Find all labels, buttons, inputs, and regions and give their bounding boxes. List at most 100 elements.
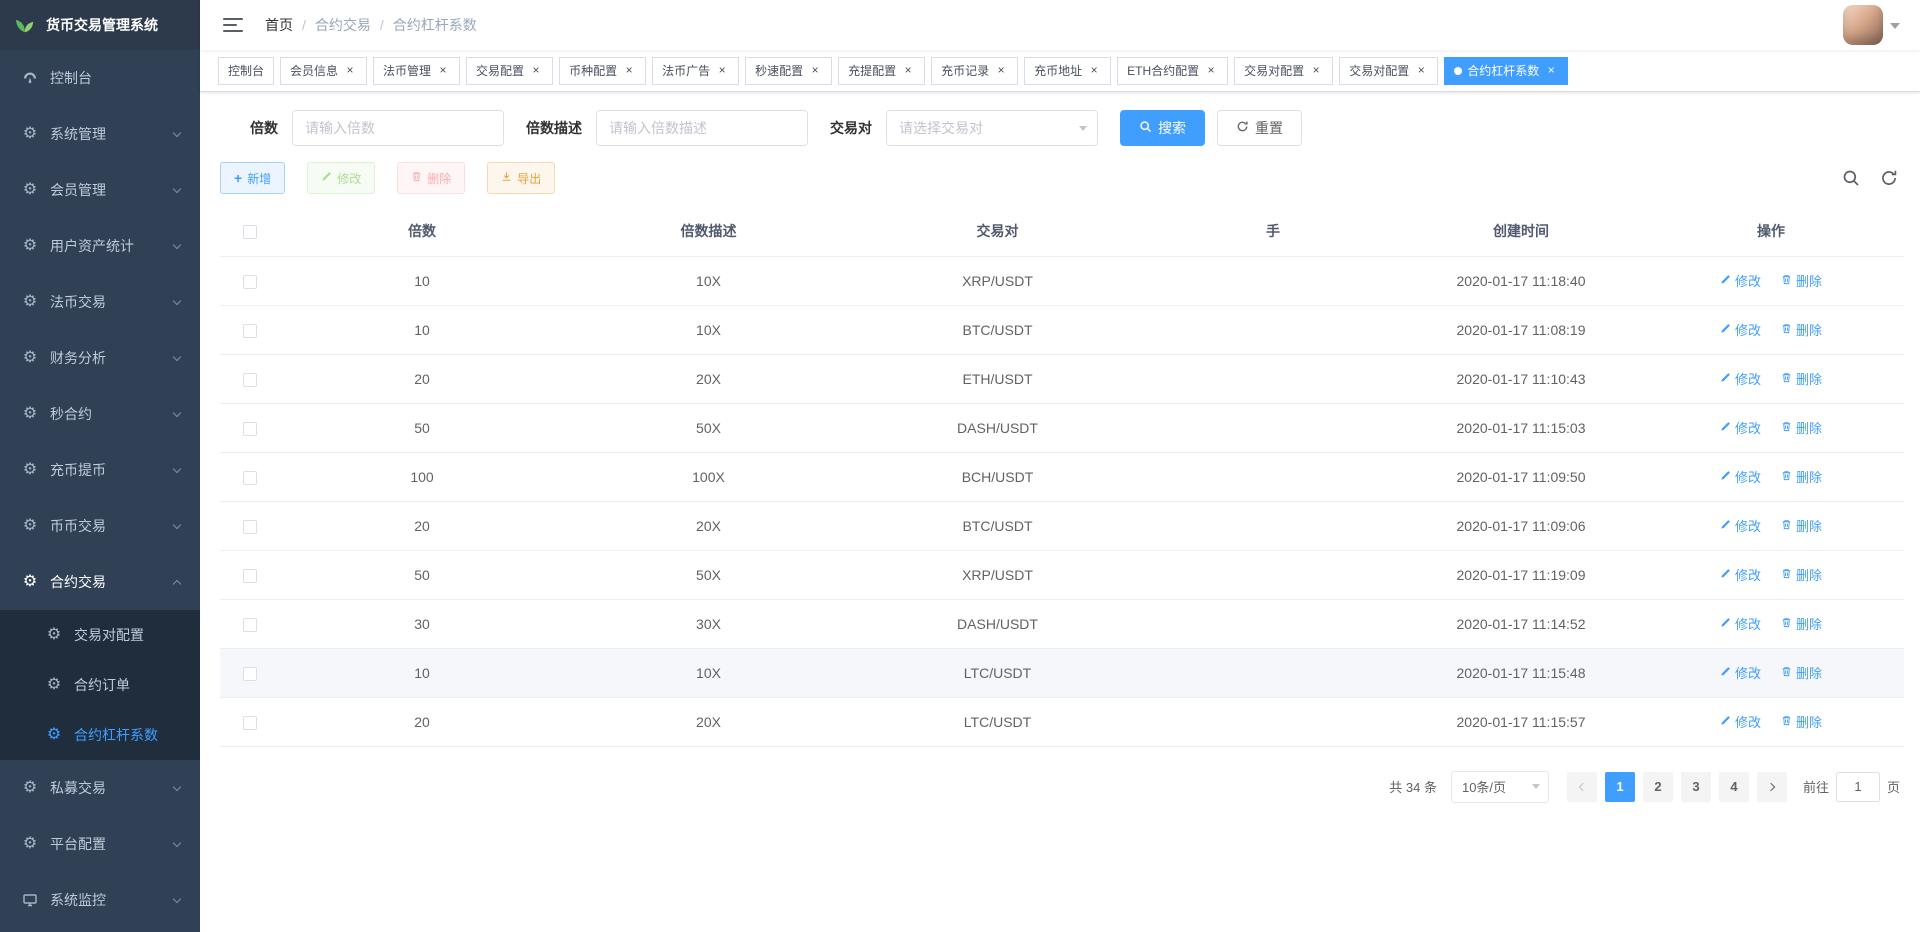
- sidebar-item-system-manage[interactable]: ⚙ 系统管理: [0, 106, 200, 162]
- page-button-3[interactable]: 3: [1681, 772, 1711, 802]
- page-size-select[interactable]: 10条/页: [1451, 771, 1549, 803]
- row-delete-button[interactable]: 删除: [1781, 614, 1822, 633]
- row-delete-button[interactable]: 删除: [1781, 467, 1822, 486]
- page-button-2[interactable]: 2: [1643, 772, 1673, 802]
- next-page-button[interactable]: [1757, 772, 1787, 802]
- export-button[interactable]: 导出: [487, 162, 555, 194]
- close-icon[interactable]: ×: [1544, 64, 1558, 78]
- close-icon[interactable]: ×: [436, 64, 450, 78]
- sidebar-item-user-assets[interactable]: ⚙ 用户资产统计: [0, 218, 200, 274]
- user-menu[interactable]: [1843, 5, 1900, 45]
- sidebar-item-platform-config[interactable]: ⚙ 平台配置: [0, 816, 200, 872]
- desc-input[interactable]: [596, 110, 808, 146]
- close-icon[interactable]: ×: [1309, 64, 1323, 78]
- sidebar-item-private-trade[interactable]: ⚙ 私募交易: [0, 760, 200, 816]
- tab-pair-config-2[interactable]: 交易对配置×: [1339, 57, 1438, 85]
- sidebar-item-contract-orders[interactable]: ⚙ 合约订单: [0, 660, 200, 710]
- row-edit-button[interactable]: 修改: [1720, 614, 1761, 633]
- row-checkbox[interactable]: [243, 275, 257, 289]
- sidebar-item-contract-trade[interactable]: ⚙ 合约交易: [0, 554, 200, 610]
- row-delete-button[interactable]: 删除: [1781, 369, 1822, 388]
- sidebar-item-console[interactable]: 控制台: [0, 50, 200, 106]
- breadcrumb-home[interactable]: 首页: [265, 15, 293, 35]
- row-edit-button[interactable]: 修改: [1720, 516, 1761, 535]
- sidebar-item-finance-analysis[interactable]: ⚙ 财务分析: [0, 330, 200, 386]
- close-icon[interactable]: ×: [1204, 64, 1218, 78]
- tab-eth-contract-config[interactable]: ETH合约配置×: [1117, 57, 1228, 85]
- page-button-1[interactable]: 1: [1605, 772, 1635, 802]
- close-icon[interactable]: ×: [901, 64, 915, 78]
- sidebar-item-second-contract[interactable]: ⚙ 秒合约: [0, 386, 200, 442]
- row-checkbox[interactable]: [243, 373, 257, 387]
- prev-page-button[interactable]: [1567, 772, 1597, 802]
- page-button-4[interactable]: 4: [1719, 772, 1749, 802]
- tab-member-info[interactable]: 会员信息×: [280, 57, 367, 85]
- row-edit-button[interactable]: 修改: [1720, 320, 1761, 339]
- row-checkbox[interactable]: [243, 471, 257, 485]
- close-icon[interactable]: ×: [994, 64, 1008, 78]
- row-edit-button[interactable]: 修改: [1720, 663, 1761, 682]
- close-icon[interactable]: ×: [1414, 64, 1428, 78]
- tab-fiat-ad[interactable]: 法币广告×: [652, 57, 739, 85]
- tab-second-config[interactable]: 秒速配置×: [745, 57, 832, 85]
- tab-trade-config[interactable]: 交易配置×: [466, 57, 553, 85]
- row-checkbox[interactable]: [243, 667, 257, 681]
- sidebar-item-member-manage[interactable]: ⚙ 会员管理: [0, 162, 200, 218]
- tab-pair-config-1[interactable]: 交易对配置×: [1234, 57, 1333, 85]
- search-button[interactable]: 搜索: [1120, 110, 1205, 146]
- tab-deposit-withdraw-config[interactable]: 充提配置×: [838, 57, 925, 85]
- cell-actions: 修改 删除: [1638, 256, 1904, 305]
- refresh-icon: [1236, 120, 1249, 136]
- tab-leverage-active[interactable]: 合约杠杆系数×: [1444, 57, 1568, 85]
- tab-coin-config[interactable]: 币种配置×: [559, 57, 646, 85]
- row-delete-button[interactable]: 删除: [1781, 418, 1822, 437]
- row-checkbox[interactable]: [243, 324, 257, 338]
- search-toggle-icon[interactable]: [1842, 169, 1860, 187]
- sidebar-item-leverage[interactable]: ⚙ 合约杠杆系数: [0, 710, 200, 760]
- hamburger-icon[interactable]: [215, 11, 251, 39]
- row-edit-button[interactable]: 修改: [1720, 418, 1761, 437]
- sidebar-item-system-monitor[interactable]: 系统监控: [0, 872, 200, 928]
- sidebar-item-deposit-withdraw[interactable]: ⚙ 充币提币: [0, 442, 200, 498]
- avatar[interactable]: [1843, 5, 1883, 45]
- close-icon[interactable]: ×: [622, 64, 636, 78]
- sidebar-item-label: 控制台: [50, 68, 180, 88]
- refresh-table-icon[interactable]: [1880, 169, 1898, 187]
- close-icon[interactable]: ×: [1087, 64, 1101, 78]
- multiple-input[interactable]: [292, 110, 504, 146]
- row-delete-button[interactable]: 删除: [1781, 663, 1822, 682]
- reset-button[interactable]: 重置: [1217, 110, 1302, 146]
- tab-deposit-address[interactable]: 充币地址×: [1024, 57, 1111, 85]
- close-icon[interactable]: ×: [808, 64, 822, 78]
- row-checkbox[interactable]: [243, 569, 257, 583]
- row-edit-button[interactable]: 修改: [1720, 467, 1761, 486]
- row-edit-button[interactable]: 修改: [1720, 369, 1761, 388]
- row-checkbox[interactable]: [243, 716, 257, 730]
- close-icon[interactable]: ×: [343, 64, 357, 78]
- row-delete-button[interactable]: 删除: [1781, 516, 1822, 535]
- select-all-checkbox[interactable]: [243, 225, 257, 239]
- row-delete-button[interactable]: 删除: [1781, 320, 1822, 339]
- tab-deposit-record[interactable]: 充币记录×: [931, 57, 1018, 85]
- tab-console[interactable]: 控制台: [218, 57, 274, 85]
- row-checkbox[interactable]: [243, 422, 257, 436]
- close-icon[interactable]: ×: [715, 64, 729, 78]
- sidebar-item-fiat-trade[interactable]: ⚙ 法币交易: [0, 274, 200, 330]
- row-edit-button[interactable]: 修改: [1720, 565, 1761, 584]
- close-icon[interactable]: ×: [529, 64, 543, 78]
- row-delete-button[interactable]: 删除: [1781, 271, 1822, 290]
- row-checkbox[interactable]: [243, 618, 257, 632]
- row-delete-button[interactable]: 删除: [1781, 712, 1822, 731]
- goto-page-input[interactable]: [1836, 772, 1880, 802]
- row-edit-button[interactable]: 修改: [1720, 271, 1761, 290]
- row-checkbox[interactable]: [243, 520, 257, 534]
- tab-fiat-manage[interactable]: 法币管理×: [373, 57, 460, 85]
- pair-select[interactable]: [886, 110, 1098, 146]
- add-button[interactable]: + 新增: [220, 162, 285, 194]
- sidebar-item-coin-trade[interactable]: ⚙ 币币交易: [0, 498, 200, 554]
- row-edit-button[interactable]: 修改: [1720, 712, 1761, 731]
- sidebar-item-pair-config[interactable]: ⚙ 交易对配置: [0, 610, 200, 660]
- row-delete-button[interactable]: 删除: [1781, 565, 1822, 584]
- delete-button-bulk[interactable]: 删除: [397, 162, 465, 194]
- edit-button-bulk[interactable]: 修改: [307, 162, 375, 194]
